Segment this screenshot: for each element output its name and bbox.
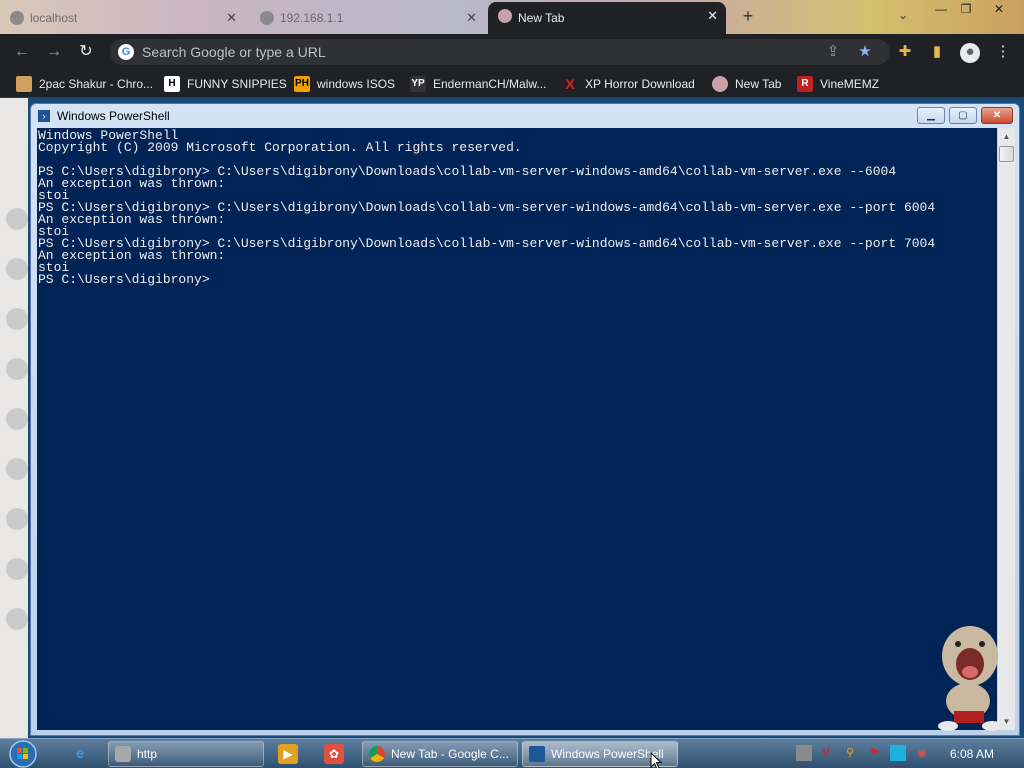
close-window-button[interactable]: ✕ [988, 2, 1010, 18]
media-player-icon[interactable]: ▶ [278, 744, 298, 764]
new-tab-favicon-icon [498, 9, 512, 23]
ph-logo-icon: PH [294, 76, 310, 92]
social-icon [6, 208, 28, 230]
windows-taskbar: e http ▶ ✿ New Tab - Google C... Windows… [0, 738, 1024, 768]
program-icon [115, 746, 131, 762]
address-input[interactable] [142, 39, 792, 65]
bookmark-vinememz[interactable]: R VineMEMZ [797, 76, 879, 92]
back-arrow-icon[interactable]: ← [12, 42, 32, 62]
globe-icon [260, 11, 274, 25]
tab-new-tab[interactable]: New Tab ✕ [488, 2, 726, 34]
instagram-icon [6, 358, 28, 380]
minimize-button[interactable]: — [930, 2, 952, 18]
tray-network-icon[interactable] [796, 745, 812, 761]
reload-icon[interactable]: ↻ [76, 42, 96, 62]
window-title-bar[interactable]: › Windows PowerShell [37, 107, 170, 125]
taskbar-button-chrome[interactable]: New Tab - Google C... [362, 741, 518, 767]
twitter-icon [6, 458, 28, 480]
scroll-up-arrow-icon[interactable]: ▲ [998, 128, 1015, 145]
youtube-icon [6, 258, 28, 280]
maximize-button[interactable]: ▢ [949, 107, 977, 124]
x-logo-icon: X [565, 76, 575, 92]
google-icon: G [118, 44, 134, 60]
profile-avatar-icon[interactable]: ● [960, 43, 980, 63]
powershell-icon: › [37, 109, 51, 123]
internet-explorer-icon[interactable]: e [70, 744, 90, 764]
mail-icon [6, 558, 28, 580]
facebook-icon [6, 308, 28, 330]
taskbar-button-http[interactable]: http [108, 741, 264, 767]
taskbar-label: New Tab - Google C... [391, 747, 509, 761]
pinterest-icon [6, 408, 28, 430]
tab-label: New Tab [518, 11, 565, 25]
bookmark-label: windows ISOS [317, 77, 396, 91]
tray-v-icon[interactable]: V [818, 745, 834, 761]
r-logo-icon: R [797, 76, 813, 92]
tray-speaker-icon[interactable]: ◉ [914, 745, 930, 761]
close-icon[interactable]: ✕ [707, 8, 718, 24]
link-icon [6, 608, 28, 630]
tab-label: 192.168.1.1 [280, 11, 344, 25]
desktop-pet-seal-icon[interactable] [934, 616, 1004, 736]
mouse-pointer-icon [650, 752, 663, 768]
tab-label: localhost [30, 11, 78, 25]
close-icon[interactable]: ✕ [226, 10, 237, 26]
tray-search-icon[interactable]: ⚲ [842, 745, 858, 761]
bookmark-new-tab[interactable]: New Tab [712, 76, 781, 92]
bookmark-label: EndermanCH/Malw... [433, 77, 547, 91]
close-button[interactable]: ✕ [981, 107, 1013, 124]
new-tab-button[interactable]: + [738, 6, 758, 26]
bookmark-xp-horror[interactable]: X XP Horror Download [562, 76, 695, 92]
tab-router[interactable]: 192.168.1.1 ✕ [250, 4, 485, 32]
tab-localhost[interactable]: localhost ✕ [0, 4, 245, 32]
chrome-icon [369, 746, 385, 762]
scroll-thumb[interactable] [999, 146, 1014, 162]
share-icon[interactable]: ⇪ [824, 43, 842, 61]
close-icon[interactable]: ✕ [466, 10, 477, 26]
yp-logo-icon: YP [410, 76, 426, 92]
console-output[interactable]: Windows PowerShell Copyright (C) 2009 Mi… [37, 128, 997, 730]
chrome-ball-icon [712, 76, 728, 92]
chevron-down-icon[interactable]: ⌄ [898, 8, 908, 22]
powershell-icon [529, 746, 545, 762]
app-icon[interactable]: ✿ [324, 744, 344, 764]
bookmark-windows-isos[interactable]: PH windows ISOS [294, 76, 395, 92]
bookmark-endermanch[interactable]: YP EndermanCH/Malw... [410, 76, 546, 92]
bookmark-funny-snippies[interactable]: H FUNNY SNIPPIES [164, 76, 287, 92]
taskbar-clock[interactable]: 6:08 AM [950, 747, 994, 761]
tray-monitor-icon[interactable] [890, 745, 906, 761]
start-orb-icon[interactable] [6, 739, 40, 768]
kebab-menu-icon[interactable]: ⋮ [994, 43, 1012, 61]
bookmark-star-icon[interactable]: ★ [856, 43, 874, 61]
whatsapp-icon [6, 508, 28, 530]
minimize-button[interactable]: ▁ [917, 107, 945, 124]
console-text: Windows PowerShell Copyright (C) 2009 Mi… [38, 128, 936, 287]
bookmark-label: FUNNY SNIPPIES [187, 77, 287, 91]
bookmark-label: VineMEMZ [820, 77, 880, 91]
bookmark-label: 2pac Shakur - Chro... [39, 77, 154, 91]
powershell-window[interactable]: › Windows PowerShell ▁ ▢ ✕ Windows Power… [30, 103, 1020, 736]
tray-flag-icon[interactable]: ⚑ [866, 745, 882, 761]
h-logo-icon: H [164, 76, 180, 92]
folder-icon [16, 76, 32, 92]
extensions-puzzle-icon[interactable]: ✚ [896, 43, 914, 61]
window-title: Windows PowerShell [57, 109, 170, 123]
globe-icon [10, 11, 24, 25]
taskbar-label: Windows PowerShell [551, 747, 664, 761]
taskbar-label: http [137, 747, 158, 761]
restore-button[interactable]: ❐ [955, 2, 977, 18]
bookmark-2pac[interactable]: 2pac Shakur - Chro... [16, 76, 153, 92]
browser-toolbar: ← → ↻ G ⇪ ★ ✚ ▮ ● ⋮ [0, 34, 1024, 70]
forward-arrow-icon[interactable]: → [44, 42, 64, 62]
address-bar[interactable]: G [110, 39, 890, 65]
side-panel-icon[interactable]: ▮ [928, 43, 946, 61]
bookmark-label: XP Horror Download [585, 77, 695, 91]
browser-tab-strip: localhost ✕ 192.168.1.1 ✕ New Tab ✕ + ⌄ … [0, 0, 1024, 34]
bookmark-label: New Tab [735, 77, 782, 91]
bookmarks-bar: 2pac Shakur - Chro... H FUNNY SNIPPIES P… [0, 70, 1024, 98]
